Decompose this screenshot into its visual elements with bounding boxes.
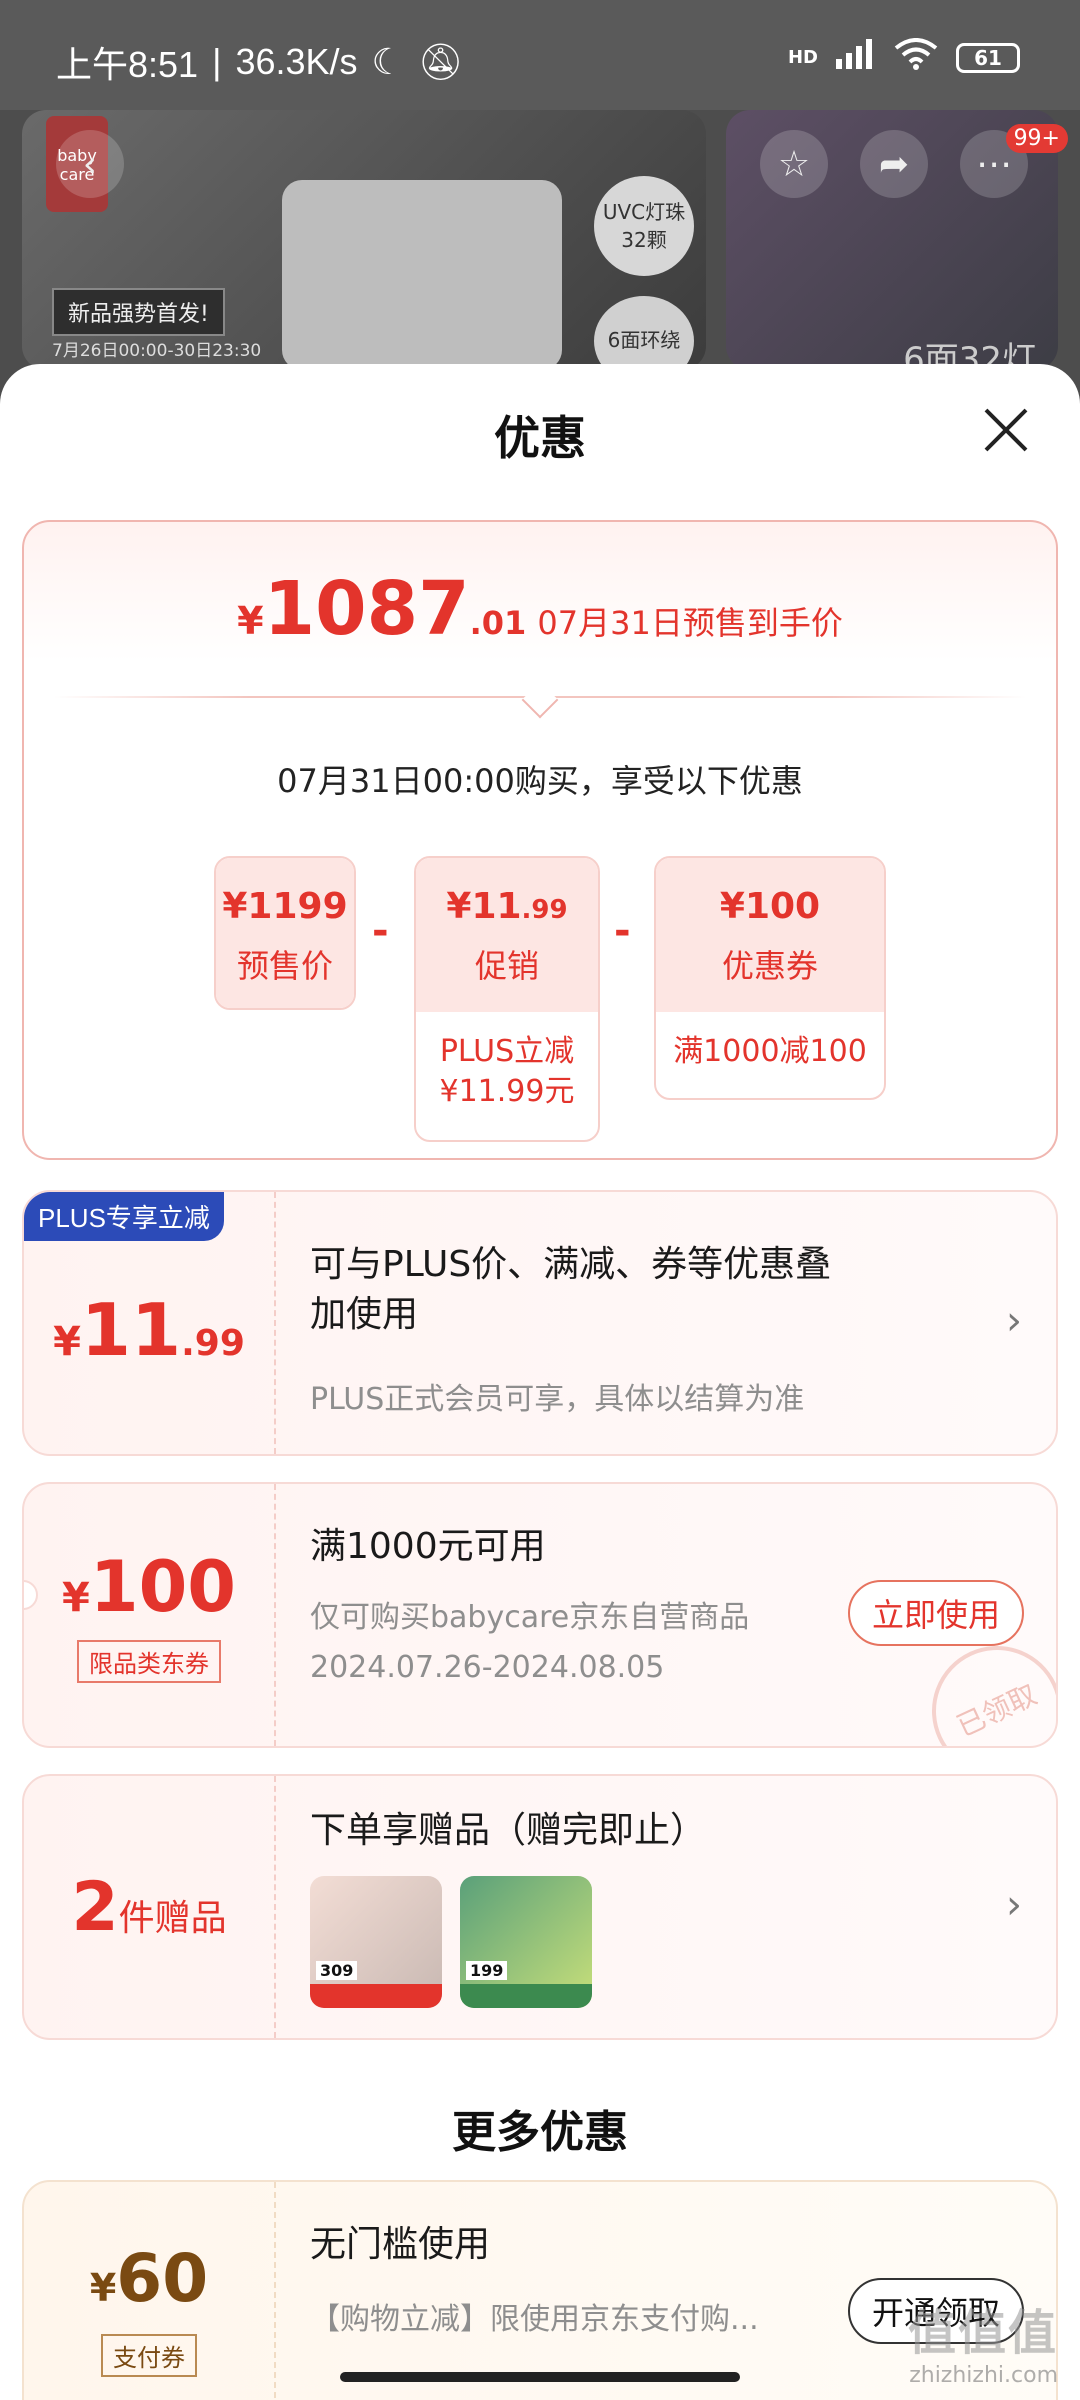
wifi-icon	[894, 38, 938, 77]
price-summary-card: ¥1087.01 07月31日预售到手价 07月31日00:00购买，享受以下优…	[22, 520, 1058, 1160]
discount-sheet: 优惠 ¥1087.01 07月31日预售到手价 07月31日00:00购买，享受…	[0, 364, 1080, 2400]
product-background: baby care UVC灯珠 32颗 6面环绕 新品强势首发! 7月26日00…	[0, 110, 1080, 400]
plus-offer-subtitle: PLUS正式会员可享，具体以结算为准	[310, 1382, 805, 1417]
plus-offer-title: 可与PLUS价、满减、券等优惠叠 加使用	[310, 1244, 832, 1335]
breakdown-presale: ¥1199 预售价	[214, 856, 356, 1010]
minus-sign-2: -	[614, 908, 631, 954]
gift-title: 下单享赠品（赠完即止）	[310, 1810, 707, 1851]
minus-sign-1: -	[372, 908, 389, 954]
divider-notch	[521, 681, 559, 719]
share-icon[interactable]: ➦	[860, 130, 928, 198]
launch-badge: 新品强势首发!	[52, 288, 225, 336]
gift-count: 2件赠品	[24, 1776, 276, 2038]
payment-coupon-amount: ¥60 支付券	[24, 2182, 276, 2400]
payment-coupon-desc: 【购物立减】限使用京东支付购...	[310, 2302, 759, 2337]
star-icon[interactable]: ☆	[760, 130, 828, 198]
coupon-title: 满1000元可用	[310, 1526, 546, 1567]
price-breakdown: ¥1199 预售价 - ¥11.99 促销 PLUS立减 ¥11.99元 - ¥…	[24, 856, 1056, 1142]
status-bar: 上午8:51 | 36.3K/s ☾ 🔕︎ HD 61	[0, 0, 1080, 110]
use-now-button[interactable]: 立即使用	[847, 1580, 1024, 1646]
final-price-label: 07月31日预售到手价	[537, 604, 843, 642]
plus-offer-card[interactable]: ¥11.99 PLUS专享立减 可与PLUS价、满减、券等优惠叠 加使用 PLU…	[22, 1190, 1058, 1456]
breakdown-promotion: ¥11.99 促销 PLUS立减 ¥11.99元	[414, 856, 600, 1142]
status-left: 上午8:51 | 36.3K/s ☾ 🔕︎	[56, 36, 464, 88]
cart-count-badge: 99+	[1005, 124, 1068, 153]
gift-thumbnail-1[interactable]: 309	[310, 1876, 442, 2008]
back-icon[interactable]: ‹	[56, 130, 124, 198]
product-image-1[interactable]: baby care UVC灯珠 32颗 6面环绕 新品强势首发! 7月26日00…	[22, 110, 706, 370]
status-right: HD 61	[788, 38, 1020, 77]
coupon-amount: ¥100 限品类东券	[24, 1484, 276, 1746]
uvc-badge: UVC灯珠 32颗	[594, 176, 694, 276]
battery-icon: 61	[956, 42, 1020, 73]
buy-note: 07月31日00:00购买，享受以下优惠	[277, 762, 803, 800]
payment-coupon-title: 无门槛使用	[310, 2224, 491, 2265]
final-price: ¥1087.01 07月31日预售到手价	[237, 566, 843, 652]
chevron-right-icon[interactable]: ›	[1006, 1298, 1022, 1344]
six-sides-badge: 6面环绕	[594, 296, 694, 370]
gift-thumbnail-2[interactable]: 199	[460, 1876, 592, 2008]
breakdown-coupon: ¥100 优惠券 满1000减100	[654, 856, 886, 1100]
close-icon[interactable]	[978, 406, 1034, 462]
payment-coupon-tag: 支付券	[101, 2334, 197, 2377]
coupon-type-tag: 限品类东券	[77, 1640, 221, 1683]
sheet-title: 优惠	[494, 411, 586, 465]
coupon-offer-card: ¥100 限品类东券 满1000元可用 仅可购买babycare京东自营商品 2…	[22, 1482, 1058, 1748]
mute-bell-icon: 🔕︎	[417, 41, 464, 82]
final-price-integer: 1087	[263, 566, 470, 652]
status-time: 上午8:51	[56, 44, 199, 85]
payment-coupon-card: ¥60 支付券 无门槛使用 【购物立减】限使用京东支付购... 开通领取	[22, 2180, 1058, 2400]
plus-exclusive-tag: PLUS专享立减	[24, 1192, 224, 1241]
coupon-dates: 2024.07.26-2024.08.05	[310, 1650, 665, 1685]
home-indicator[interactable]	[340, 2372, 740, 2382]
launch-date: 7月26日00:00-30日23:30	[52, 341, 262, 361]
sterilizer-image	[282, 180, 562, 370]
signal-icon	[836, 39, 876, 76]
chevron-right-icon[interactable]: ›	[1006, 1882, 1022, 1928]
network-speed: 36.3K/s	[235, 41, 358, 82]
hd-signal-label: HD	[787, 47, 818, 68]
watermark: 值值值 zhizhizhi.com	[907, 2305, 1058, 2388]
gift-offer-card[interactable]: 2件赠品 下单享赠品（赠完即止） 309 199 ›	[22, 1774, 1058, 2040]
coupon-scope: 仅可购买babycare京东自营商品	[310, 1600, 750, 1635]
moon-icon: ☾	[371, 41, 404, 82]
more-offers-title: 更多优惠	[452, 2107, 628, 2158]
